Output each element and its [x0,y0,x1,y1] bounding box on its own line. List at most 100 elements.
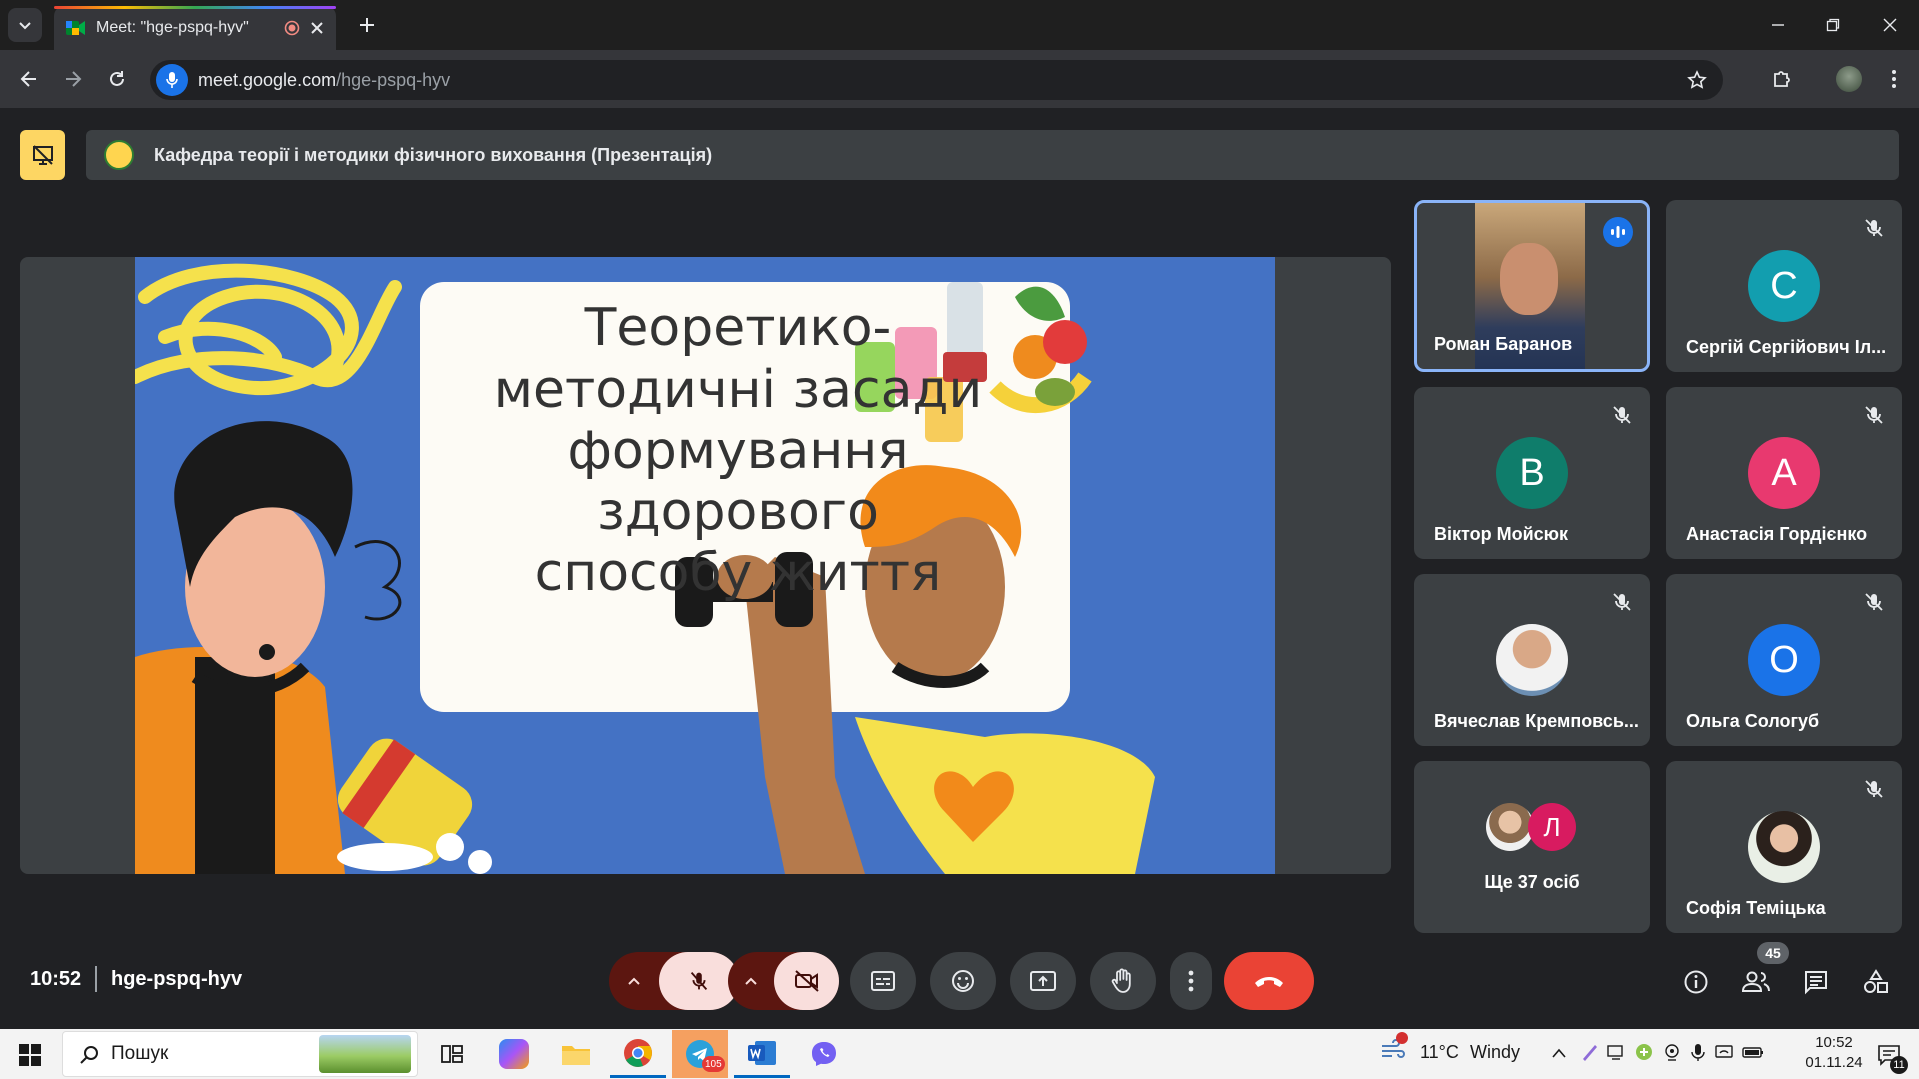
taskbar-search-box[interactable]: Пошук [62,1031,418,1077]
more-participants-tile[interactable]: Л Ще 37 осіб [1414,761,1650,933]
profile-avatar[interactable] [1836,66,1862,92]
network-display-icon[interactable] [1606,1042,1626,1062]
restore-icon [1826,18,1840,32]
captions-icon [871,971,895,991]
taskbar-chrome[interactable] [610,1030,666,1078]
plus-icon [360,18,374,32]
participant-tile[interactable]: А Анастасія Гордієнко [1666,387,1902,559]
video-options-button[interactable] [728,952,774,1010]
microphone-icon[interactable] [1690,1042,1706,1062]
reload-icon [110,71,124,86]
participant-tile[interactable]: Софія Теміцька [1666,761,1902,933]
mic-toggle-button[interactable] [659,952,739,1010]
reactions-button[interactable] [930,952,996,1010]
clock-time: 10:52 [1815,1034,1853,1051]
camera-toggle-button[interactable] [774,952,839,1010]
more-options-button[interactable] [1170,952,1212,1010]
presentation-title: Кафедра теорії і методики фізичного вихо… [154,144,713,165]
participant-face [1500,243,1558,315]
weather-temperature[interactable]: 11°C [1420,1042,1459,1063]
mic-off-icon [1865,593,1883,611]
close-icon [1883,18,1897,32]
mic-off-icon [1865,406,1883,424]
tab-title: Meet: "hge-pspq-hyv" [96,19,249,36]
chat-button[interactable] [1796,962,1836,1002]
weather-alert-dot [1396,1032,1408,1044]
word-icon [748,1040,776,1065]
info-icon [1684,970,1708,994]
participant-tile[interactable]: В Віктор Мойсюк [1414,387,1650,559]
taskbar-clock[interactable]: 10:52 01.11.24 [1795,1033,1873,1073]
task-view-icon [441,1045,463,1063]
meeting-details-button[interactable] [1676,962,1716,1002]
url-host: meet.google.com [198,69,337,90]
participant-photo [1496,624,1568,696]
participant-tile[interactable]: Роман Баранов [1414,200,1650,372]
participant-name: Софія Теміцька [1686,898,1826,918]
forward-button[interactable] [56,62,90,96]
present-screen-button[interactable] [1010,952,1076,1010]
folder-icon [562,1046,590,1065]
pen-icon[interactable] [1580,1042,1598,1062]
tab-search-button[interactable] [8,8,42,42]
camera-control-group [728,952,839,1010]
weather-description[interactable]: Windy [1470,1042,1520,1063]
chevron-up-icon [1552,1048,1566,1058]
emoji-icon [952,970,974,992]
people-icon [1741,971,1770,992]
extensions-button[interactable] [1765,62,1799,96]
bookmark-button[interactable] [1685,68,1709,92]
slide-illustration: Теоретико- методичні засади формування з… [135,263,1155,874]
wifi-display-icon[interactable] [1714,1042,1734,1062]
taskbar-telegram[interactable]: 105 [672,1030,728,1078]
divider [95,966,97,992]
people-button[interactable] [1736,962,1776,1002]
close-window-button[interactable] [1872,8,1908,42]
stop-presenting-indicator[interactable] [20,130,65,180]
meeting-time: 10:52 [30,968,82,990]
microphone-icon [166,72,178,88]
minimize-button[interactable] [1760,8,1796,42]
slide-title-line: методичні засади [494,360,983,420]
reload-button[interactable] [100,62,134,96]
raise-hand-button[interactable] [1090,952,1156,1010]
webcam-icon[interactable] [1662,1042,1682,1062]
presentation-slide: Теоретико- методичні засади формування з… [135,257,1275,874]
taskbar-copilot[interactable] [486,1030,542,1078]
mic-off-icon [690,972,708,990]
activities-button[interactable] [1856,962,1896,1002]
vpn-icon[interactable] [1634,1042,1654,1062]
site-mic-indicator[interactable] [156,64,188,96]
new-tab-button[interactable] [350,8,384,42]
taskbar-task-view[interactable] [424,1030,480,1078]
taskbar-file-explorer[interactable] [548,1030,604,1078]
star-icon [1687,70,1707,89]
participant-tile[interactable]: Вячеслав Кремповсь... [1414,574,1650,746]
presentation-off-icon [32,145,53,165]
participant-tile[interactable]: О Ольга Сологуб [1666,574,1902,746]
mic-control-group [609,952,739,1010]
restore-button[interactable] [1815,8,1851,42]
browser-menu-button[interactable] [1880,62,1908,96]
back-button[interactable] [12,62,46,96]
address-bar[interactable]: meet.google.com/hge-pspq-hyv [150,60,1723,100]
notification-center-button[interactable]: 11 [1868,1036,1910,1074]
search-highlight-image [319,1035,411,1073]
yellow-scribble [135,263,402,396]
battery-icon[interactable] [1742,1042,1764,1062]
search-icon [80,1046,98,1064]
slide-title-line: Теоретико- [584,298,892,358]
audio-options-button[interactable] [609,952,659,1010]
mic-off-icon [1613,593,1631,611]
show-hidden-icons-button[interactable] [1548,1040,1570,1066]
close-tab-icon[interactable] [310,21,324,35]
start-button[interactable] [8,1034,52,1076]
leave-call-button[interactable] [1224,952,1314,1010]
browser-tab-active[interactable]: Meet: "hge-pspq-hyv" [54,6,336,50]
captions-button[interactable] [850,952,916,1010]
taskbar-word[interactable] [734,1030,790,1078]
taskbar-viber[interactable] [796,1030,852,1078]
participant-tile[interactable]: С Сергій Сергійович Іл... [1666,200,1902,372]
present-screen-icon [1030,971,1056,991]
slide-title-line: формування [567,421,908,481]
